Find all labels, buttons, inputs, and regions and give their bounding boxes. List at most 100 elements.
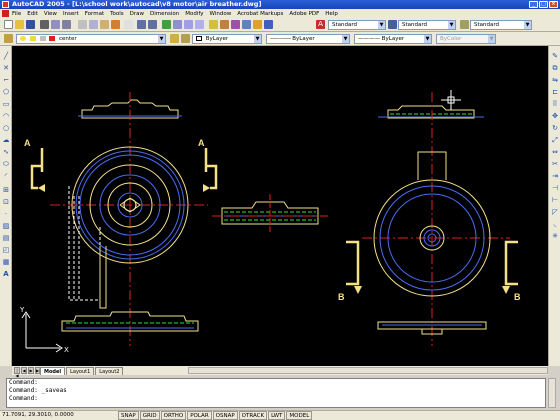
menu-edit[interactable]: Edit — [27, 11, 38, 17]
publish-icon[interactable] — [62, 20, 71, 29]
menu-tools[interactable]: Tools — [110, 11, 124, 17]
menu-insert[interactable]: Insert — [63, 11, 79, 17]
insert-block-icon[interactable]: ⊞ — [2, 186, 10, 194]
gradient-icon[interactable]: ▤ — [2, 234, 10, 242]
explode-icon[interactable]: ✳ — [551, 232, 559, 240]
block-editor-icon[interactable] — [124, 20, 133, 29]
mirror-icon[interactable]: ⇋ — [551, 76, 559, 84]
lineweight-select[interactable]: ———— ByLayer ▼ — [354, 34, 432, 44]
next-tab-icon[interactable]: ▶ — [28, 367, 34, 374]
osnap-toggle[interactable]: OSNAP — [212, 411, 238, 420]
menu-dimension[interactable]: Dimension — [150, 11, 179, 17]
chevron-down-icon[interactable]: ▼ — [158, 35, 165, 43]
revision-cloud-icon[interactable]: ☁ — [2, 136, 10, 144]
redo-icon[interactable] — [148, 20, 157, 29]
paste-icon[interactable] — [100, 20, 109, 29]
copy-icon[interactable] — [89, 20, 98, 29]
break-icon[interactable]: ⊢ — [551, 196, 559, 204]
horizontal-scrollbar[interactable] — [188, 367, 548, 374]
chamfer-icon[interactable]: ◸ — [551, 208, 559, 216]
plot-icon[interactable] — [40, 20, 49, 29]
copy-object-icon[interactable]: ⧉ — [551, 64, 559, 72]
move-icon[interactable]: ✥ — [551, 112, 559, 120]
pan-icon[interactable] — [162, 20, 171, 29]
menu-window[interactable]: Window — [210, 11, 232, 17]
arc-icon[interactable]: ◠ — [2, 112, 10, 120]
maximize-button[interactable]: □ — [539, 1, 548, 8]
new-icon[interactable] — [4, 20, 13, 29]
chevron-down-icon[interactable]: ▼ — [524, 21, 531, 29]
markup-icon[interactable] — [253, 20, 262, 29]
offset-icon[interactable]: ⊏ — [551, 88, 559, 96]
chevron-down-icon[interactable]: ▼ — [424, 35, 431, 43]
menu-adobe-pdf[interactable]: Adobe PDF — [289, 11, 319, 17]
table-style-select[interactable]: Standard ▼ — [470, 20, 532, 30]
spline-icon[interactable]: ∿ — [2, 148, 10, 156]
chevron-down-icon[interactable]: ▼ — [448, 21, 455, 29]
open-icon[interactable] — [15, 20, 24, 29]
stretch-icon[interactable]: ⇔ — [551, 148, 559, 156]
break-at-point-icon[interactable]: ⊣ — [551, 184, 559, 192]
array-icon[interactable]: ⠿ — [551, 100, 559, 108]
snap-toggle[interactable]: SNAP — [118, 411, 139, 420]
tool-palettes-icon[interactable] — [231, 20, 240, 29]
zoom-previous-icon[interactable] — [195, 20, 204, 29]
rotate-icon[interactable]: ↻ — [551, 124, 559, 132]
ellipse-arc-icon[interactable]: ◜ — [2, 172, 10, 180]
menu-format[interactable]: Format — [85, 11, 104, 17]
polar-toggle[interactable]: POLAR — [187, 411, 212, 420]
erase-icon[interactable]: ✎ — [551, 52, 559, 60]
chevron-down-icon[interactable]: ▼ — [378, 21, 385, 29]
help-icon[interactable] — [264, 20, 273, 29]
command-prompt[interactable]: Command: — [9, 395, 545, 403]
dim-style-select[interactable]: Standard ▼ — [398, 20, 456, 30]
layer-previous-icon[interactable] — [181, 34, 190, 43]
ortho-toggle[interactable]: ORTHO — [160, 411, 187, 420]
prev-tab-icon[interactable]: ◀ — [21, 367, 27, 374]
design-center-icon[interactable] — [220, 20, 229, 29]
properties-icon[interactable] — [209, 20, 218, 29]
last-tab-icon[interactable]: ▶| — [35, 367, 41, 374]
save-icon[interactable] — [26, 20, 35, 29]
color-select[interactable]: ByLayer ▼ — [192, 34, 262, 44]
menu-modify[interactable]: Modify — [185, 11, 203, 17]
menu-acrobat-markups[interactable]: Acrobat Markups — [237, 11, 283, 17]
circle-icon[interactable]: ○ — [2, 124, 10, 132]
hatch-icon[interactable]: ▨ — [2, 222, 10, 230]
menu-help[interactable]: Help — [325, 11, 338, 17]
linetype-select[interactable]: —— - —— ByLayer ▼ — [266, 34, 350, 44]
polygon-icon[interactable]: ⬠ — [2, 88, 10, 96]
menu-view[interactable]: View — [44, 11, 57, 17]
layer-select[interactable]: center ▼ — [16, 34, 166, 44]
point-icon[interactable]: · — [2, 210, 10, 218]
menu-draw[interactable]: Draw — [130, 11, 144, 17]
region-icon[interactable]: ◰ — [2, 246, 10, 254]
model-toggle[interactable]: MODEL — [286, 411, 313, 420]
autocad-app-icon[interactable] — [2, 1, 9, 8]
grid-toggle[interactable]: GRID — [139, 411, 160, 420]
undo-icon[interactable] — [137, 20, 146, 29]
line-icon[interactable]: ╱ — [2, 52, 10, 60]
trim-icon[interactable]: ✂ — [551, 160, 559, 168]
tab-layout1[interactable]: Layout1 — [66, 367, 95, 375]
zoom-realtime-icon[interactable] — [173, 20, 182, 29]
sheet-set-icon[interactable] — [242, 20, 251, 29]
multiline-text-icon[interactable]: A — [2, 270, 10, 278]
fillet-icon[interactable]: ◟ — [551, 220, 559, 228]
text-style-select[interactable]: Standard ▼ — [328, 20, 386, 30]
first-tab-icon[interactable]: |◀ — [14, 367, 20, 378]
make-current-layer-icon[interactable] — [170, 34, 179, 43]
tab-model[interactable]: Model — [40, 367, 66, 375]
match-properties-icon[interactable] — [111, 20, 120, 29]
preview-icon[interactable] — [51, 20, 60, 29]
extend-icon[interactable]: ⇥ — [551, 172, 559, 180]
cut-icon[interactable] — [78, 20, 87, 29]
make-block-icon[interactable]: ⊡ — [2, 198, 10, 206]
polyline-icon[interactable]: ⌐ — [2, 76, 10, 84]
document-icon[interactable] — [2, 10, 9, 17]
construction-line-icon[interactable]: ✕ — [2, 64, 10, 72]
ellipse-icon[interactable]: ⬭ — [2, 160, 10, 168]
layer-manager-icon[interactable] — [4, 34, 13, 43]
tab-layout2[interactable]: Layout2 — [95, 367, 124, 375]
menu-file[interactable]: File — [12, 11, 21, 17]
